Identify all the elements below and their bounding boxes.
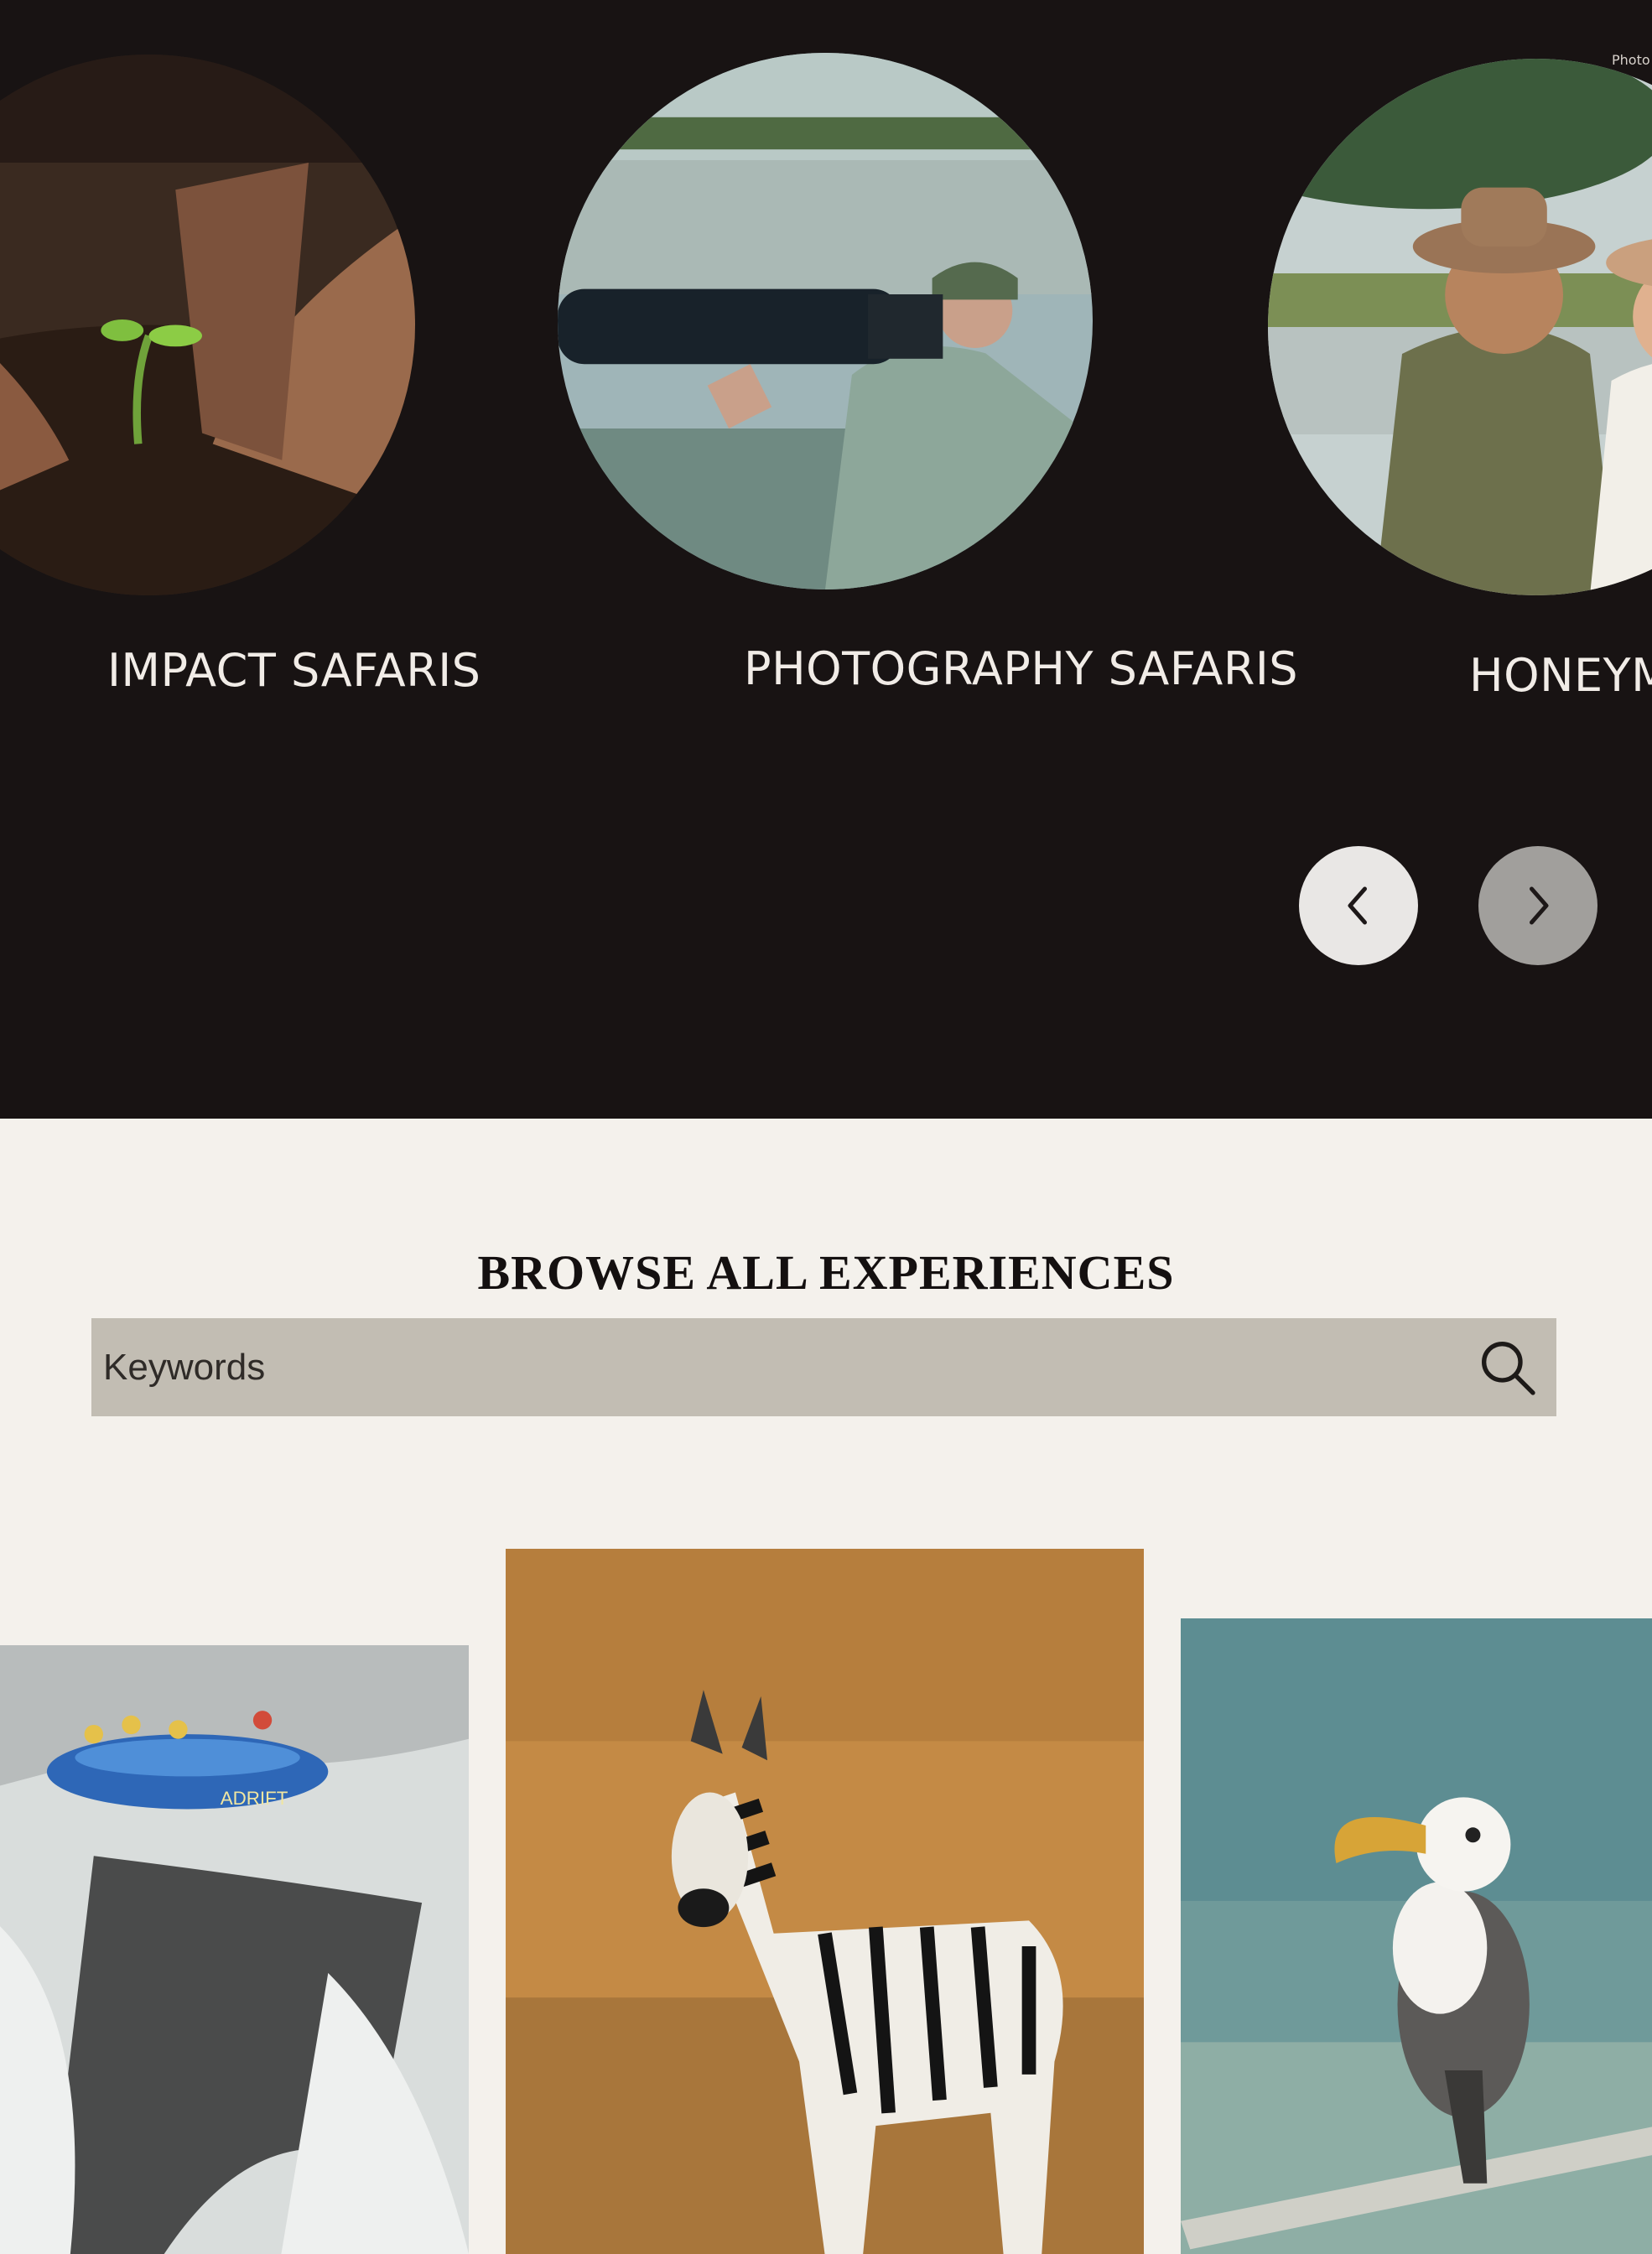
experience-card-rafting[interactable]: ADRIFT xyxy=(0,1645,469,2254)
photographer-photo xyxy=(558,53,1093,589)
carousel-item-photography-safaris[interactable] xyxy=(558,53,1093,589)
chevron-left-icon xyxy=(1348,886,1367,925)
experience-card-zebra[interactable] xyxy=(506,1549,1144,2254)
couple-photo xyxy=(1268,59,1652,595)
experience-card-hornbill[interactable] xyxy=(1181,1618,1652,2254)
keyword-search-bar xyxy=(91,1318,1556,1416)
carousel-item-impact-safaris[interactable] xyxy=(0,55,415,595)
keyword-search-input[interactable] xyxy=(91,1318,1458,1416)
search-button[interactable] xyxy=(1458,1318,1556,1416)
svg-text:ADRIFT: ADRIFT xyxy=(221,1788,288,1809)
carousel-next-button[interactable] xyxy=(1478,846,1597,965)
zebra-photo xyxy=(506,1549,1144,2254)
search-icon xyxy=(1481,1341,1535,1395)
carousel-item-honeymoon[interactable] xyxy=(1268,59,1652,595)
carousel-caption-photography-safaris[interactable]: PHOTOGRAPHY SAFARIS xyxy=(744,642,1298,695)
hornbill-photo xyxy=(1181,1618,1652,2254)
chevron-right-icon xyxy=(1530,886,1549,925)
seedling-photo xyxy=(0,55,415,595)
photo-credit: Photo xyxy=(1612,52,1650,68)
experience-carousel: Photo IMPACT SAFARIS PHOTOGRAPHY SAFARIS… xyxy=(0,0,1652,1119)
carousel-prev-button[interactable] xyxy=(1299,846,1418,965)
carousel-caption-honeymoon[interactable]: HONEYM xyxy=(1469,649,1652,702)
rafting-photo: ADRIFT xyxy=(0,1645,469,2254)
carousel-caption-impact-safaris[interactable]: IMPACT SAFARIS xyxy=(107,644,481,697)
browse-title: BROWSE ALL EXPERIENCES xyxy=(477,1245,1175,1301)
